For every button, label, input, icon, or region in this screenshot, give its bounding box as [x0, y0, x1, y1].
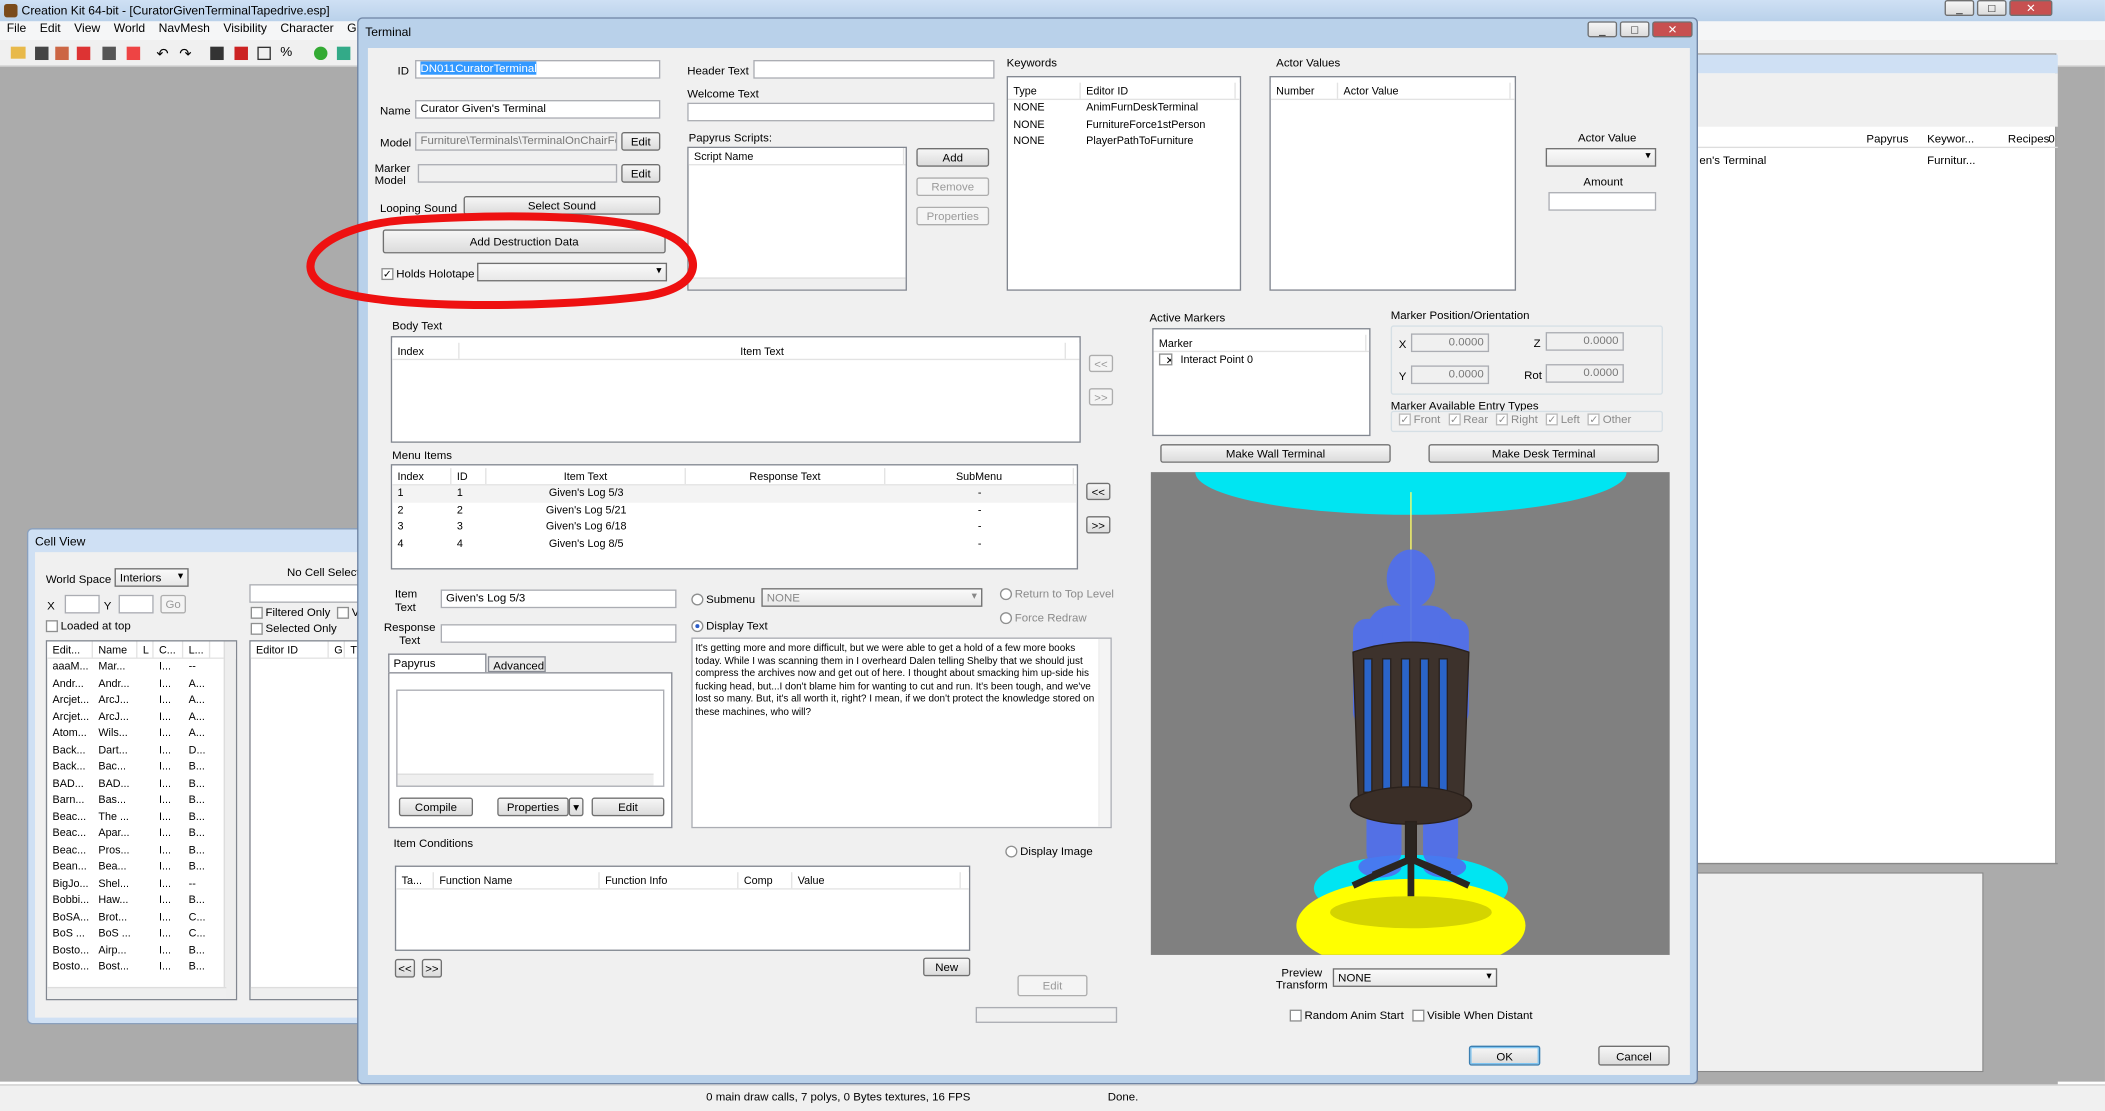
red-circle-annotation	[306, 212, 697, 310]
